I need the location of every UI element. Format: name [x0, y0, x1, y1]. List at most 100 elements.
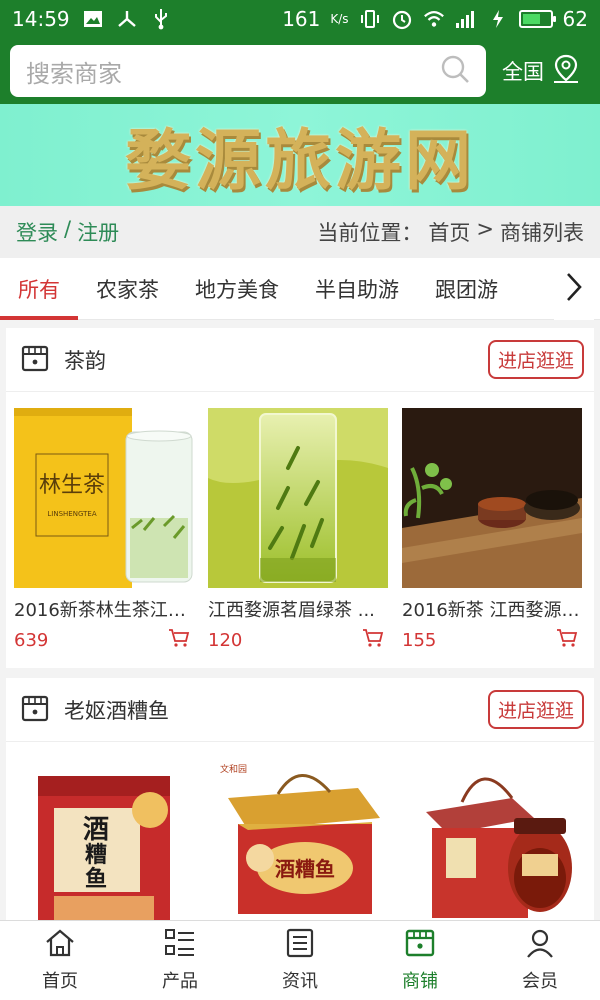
fish-pack-char: 糟 — [85, 842, 107, 868]
product-image[interactable]: 文和园 酒糟鱼 — [208, 758, 388, 920]
bottom-nav: 首页 产品 资讯 商铺 会员 — [0, 920, 600, 1000]
product-image[interactable]: 酒 糟 鱼 — [14, 758, 194, 920]
nav-label: 会员 — [522, 971, 558, 992]
usb-icon — [150, 8, 172, 30]
login-separator: / — [64, 217, 72, 241]
breadcrumb-arrow: > — [476, 217, 494, 241]
nav-home[interactable]: 首页 — [0, 921, 120, 1000]
tea-can-pinyin: LINSHENGTEA — [47, 510, 96, 518]
product-card[interactable] — [402, 758, 582, 920]
product-card[interactable]: 文和园 酒糟鱼 — [208, 758, 388, 920]
tabs-scroll-right-button[interactable] — [554, 258, 594, 320]
share-icon — [116, 8, 138, 30]
vibrate-icon — [359, 8, 381, 30]
breadcrumb: 当前位置： 首页 > 商铺列表 — [317, 217, 584, 247]
fish-box-corner: 文和园 — [220, 763, 247, 775]
nav-label: 资讯 — [282, 971, 318, 992]
shop-name[interactable]: 茶韵 — [64, 345, 106, 375]
tab-label: 农家茶 — [96, 277, 159, 302]
product-name[interactable]: 2016新茶林生茶江西婺源 — [14, 596, 194, 622]
fish-pack-char: 鱼 — [85, 866, 107, 892]
nav-shops[interactable]: 商铺 — [360, 921, 480, 1000]
shop-card: 老妪酒糟鱼 进店逛逛 酒 糟 鱼 文和园 酒糟鱼 — [6, 678, 594, 920]
status-bar: 14:59 161 K/s 62 — [0, 0, 600, 38]
nav-products[interactable]: 产品 — [120, 921, 240, 1000]
category-tabs: 所有 农家茶 地方美食 半自助游 跟团游 — [0, 258, 600, 320]
alarm-icon — [391, 8, 413, 30]
fish-pack-char: 酒 — [83, 815, 109, 845]
product-row: 酒 糟 鱼 文和园 酒糟鱼 — [6, 742, 594, 920]
status-time: 14:59 — [12, 7, 70, 31]
tab-farm-tea[interactable]: 农家茶 — [78, 258, 177, 320]
product-image[interactable] — [402, 758, 582, 920]
net-speed-unit: K/s — [330, 12, 349, 26]
product-image[interactable] — [402, 408, 582, 588]
visit-shop-button[interactable]: 进店逛逛 — [487, 340, 584, 379]
tab-local-food[interactable]: 地方美食 — [177, 258, 297, 320]
region-selector[interactable]: 全国 — [502, 54, 580, 89]
image-icon — [82, 8, 104, 30]
user-icon — [525, 928, 555, 963]
login-link[interactable]: 登录 — [16, 217, 58, 247]
battery-percent: 62 — [562, 7, 588, 31]
tab-label: 所有 — [18, 277, 60, 302]
tab-all[interactable]: 所有 — [0, 258, 78, 320]
shop-header: 老妪酒糟鱼 进店逛逛 — [6, 678, 594, 742]
nav-member[interactable]: 会员 — [480, 921, 600, 1000]
tab-label: 半自助游 — [315, 277, 399, 302]
product-card[interactable]: 酒 糟 鱼 — [14, 758, 194, 920]
nav-label: 商铺 — [402, 971, 438, 992]
visit-shop-button[interactable]: 进店逛逛 — [487, 690, 584, 729]
product-image[interactable] — [208, 408, 388, 588]
nav-label: 首页 — [42, 971, 78, 992]
store-icon — [20, 343, 50, 377]
tab-group-tour[interactable]: 跟团游 — [417, 258, 516, 320]
search-input[interactable]: 搜索商家 — [10, 45, 486, 97]
register-link[interactable]: 注册 — [77, 217, 119, 247]
shop-list: 茶韵 进店逛逛 林生茶 LINSHENGTEA 2016新茶林生茶江西 639 … — [0, 320, 600, 920]
product-card[interactable]: 林生茶 LINSHENGTEA 2016新茶林生茶江西婺源 639 — [14, 408, 194, 652]
store-icon — [404, 928, 436, 963]
cart-icon[interactable] — [168, 628, 190, 652]
wifi-icon — [423, 8, 445, 30]
product-price: 120 — [208, 629, 243, 651]
banner-title: 婺源旅游网 — [125, 121, 475, 199]
product-image[interactable]: 林生茶 LINSHENGTEA — [14, 408, 194, 588]
product-card[interactable]: 2016新茶 江西婺源绿茶 155 — [402, 408, 582, 652]
chevron-right-icon — [564, 271, 584, 307]
shop-name[interactable]: 老妪酒糟鱼 — [64, 695, 169, 725]
shop-header: 茶韵 进店逛逛 — [6, 328, 594, 392]
product-card[interactable]: 江西婺源茗眉绿茶 ... 120 — [208, 408, 388, 652]
login-register: 登录 / 注册 — [16, 217, 119, 247]
product-row: 林生茶 LINSHENGTEA 2016新茶林生茶江西婺源 639 — [6, 392, 594, 652]
nav-label: 产品 — [162, 971, 198, 992]
cart-icon[interactable] — [362, 628, 384, 652]
breadcrumb-home[interactable]: 首页 — [428, 217, 470, 247]
tab-label: 地方美食 — [195, 277, 279, 302]
location-bar: 登录 / 注册 当前位置： 首页 > 商铺列表 — [0, 206, 600, 258]
location-pin-icon — [552, 54, 580, 89]
tab-label: 跟团游 — [435, 277, 498, 302]
news-icon — [285, 928, 315, 963]
shop-card: 茶韵 进店逛逛 林生茶 LINSHENGTEA 2016新茶林生茶江西 639 … — [6, 328, 594, 668]
product-name[interactable]: 2016新茶 江西婺源绿茶 — [402, 596, 582, 622]
charging-icon — [487, 8, 509, 30]
cart-icon[interactable] — [556, 628, 578, 652]
region-label: 全国 — [502, 60, 544, 84]
grid-list-icon — [164, 928, 196, 963]
search-icon[interactable] — [440, 54, 470, 88]
product-price: 155 — [402, 629, 437, 651]
tea-can-brand: 林生茶 — [39, 473, 105, 498]
breadcrumb-label: 当前位置： — [317, 221, 423, 245]
home-icon — [44, 928, 76, 963]
product-name[interactable]: 江西婺源茗眉绿茶 ... — [208, 596, 388, 622]
nav-news[interactable]: 资讯 — [240, 921, 360, 1000]
breadcrumb-current: 商铺列表 — [500, 221, 584, 245]
search-header: 搜索商家 全国 — [0, 38, 600, 104]
net-speed: 161 — [282, 7, 321, 31]
tab-semi-self-tour[interactable]: 半自助游 — [297, 258, 417, 320]
product-price: 639 — [14, 629, 49, 651]
fish-box-text: 酒糟鱼 — [275, 857, 335, 881]
site-banner: 婺源旅游网 — [0, 104, 600, 206]
signal-icon — [455, 8, 477, 30]
